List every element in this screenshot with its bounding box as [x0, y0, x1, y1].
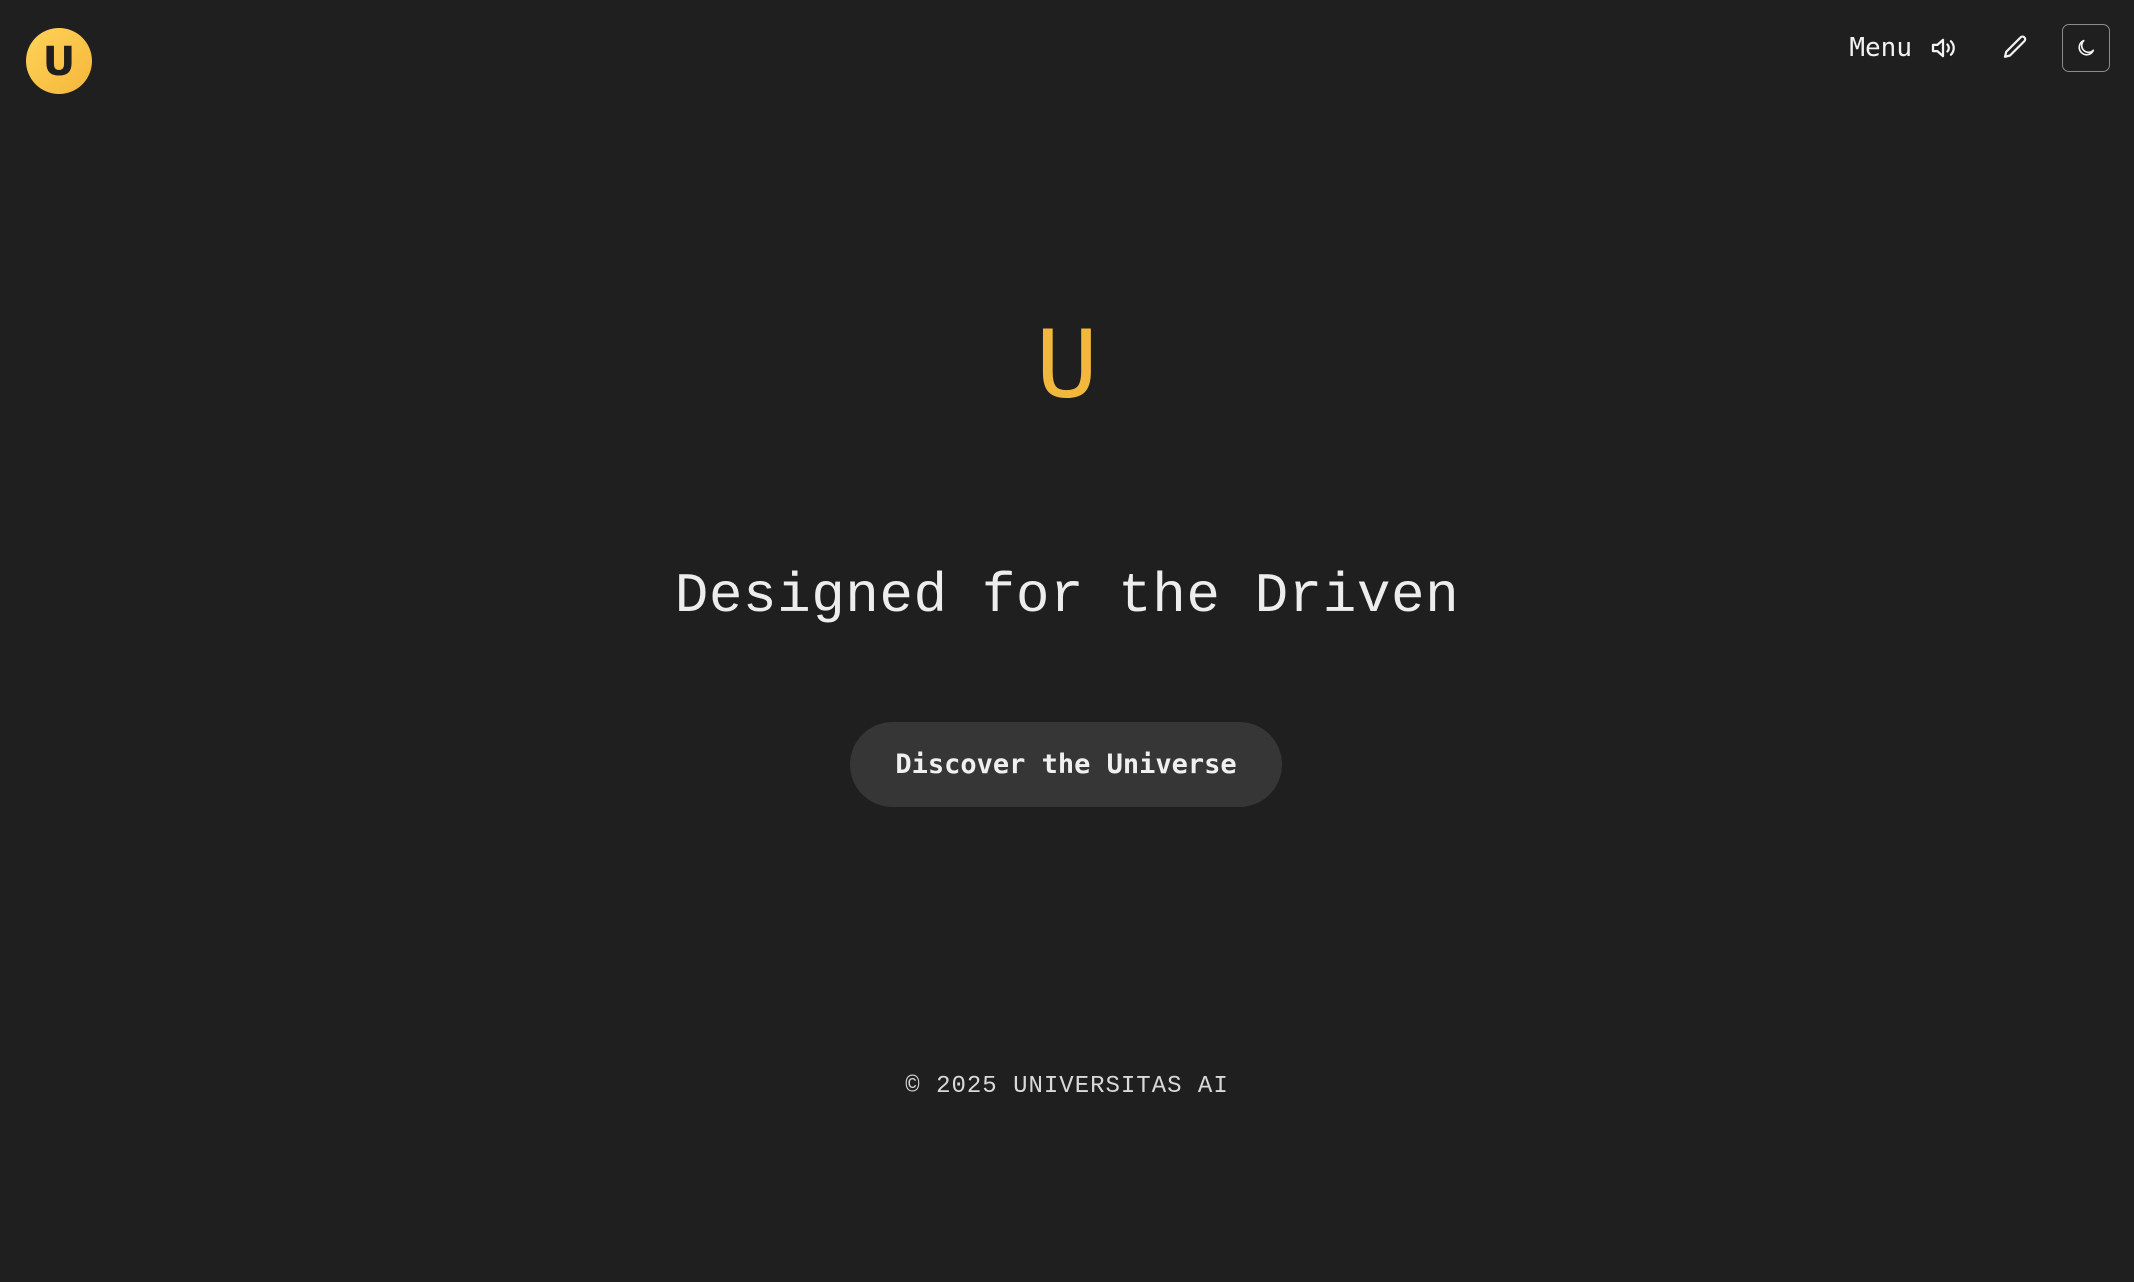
- theme-toggle-button[interactable]: [2062, 24, 2110, 72]
- pencil-icon[interactable]: [1998, 31, 2032, 65]
- footer-copyright: © 2025 UNIVERSITAS AI: [905, 1073, 1229, 1100]
- discover-button[interactable]: Discover the Universe: [850, 722, 1282, 807]
- speaker-icon[interactable]: [1926, 31, 1960, 65]
- hero-logo-mark: U: [1035, 311, 1099, 429]
- hero-title: Designed for the Driven: [674, 564, 1460, 628]
- top-nav: Menu: [1849, 22, 2110, 74]
- logo-letter: U: [42, 38, 76, 85]
- logo-badge[interactable]: U: [26, 28, 92, 94]
- menu-button[interactable]: Menu: [1849, 33, 1912, 63]
- moon-icon: [2078, 39, 2095, 56]
